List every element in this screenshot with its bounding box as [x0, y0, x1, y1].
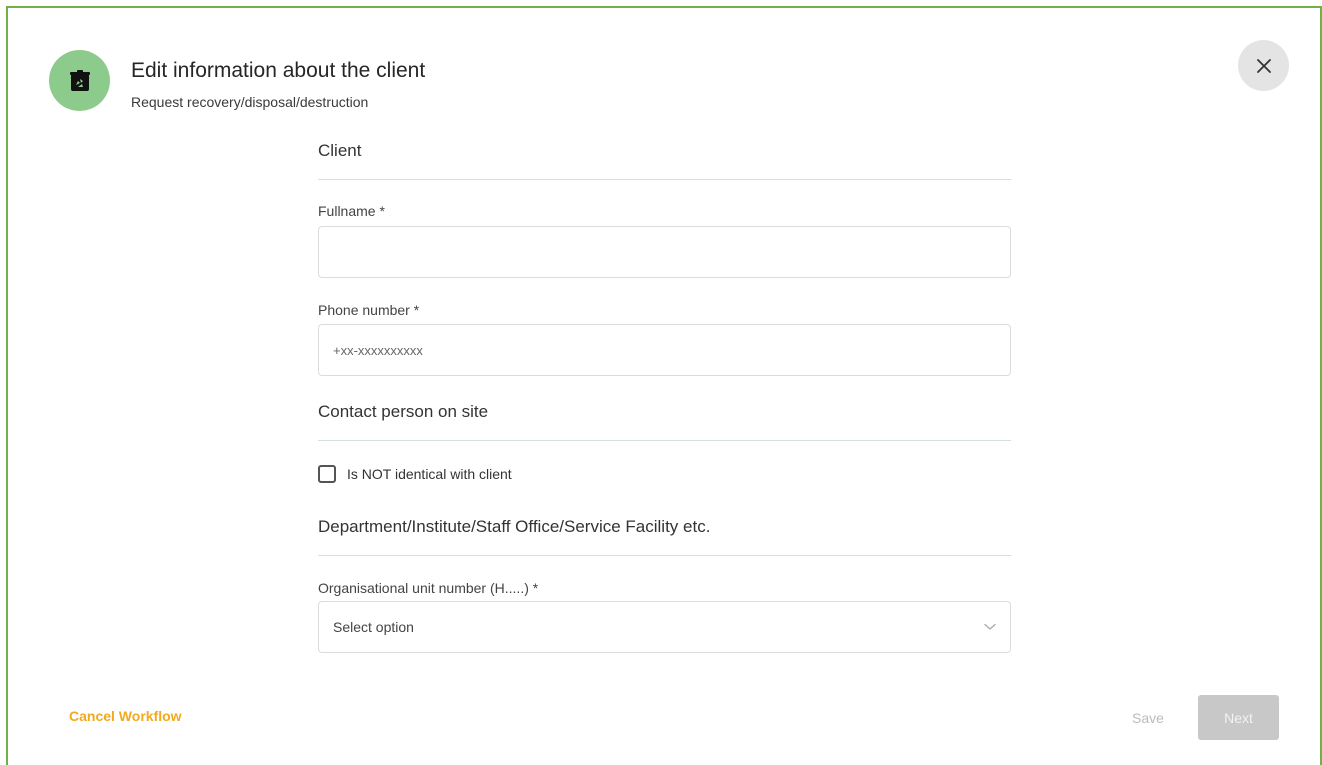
dialog-title: Edit information about the client: [131, 59, 426, 82]
org-unit-select[interactable]: Select option: [318, 601, 1011, 653]
section-title-contact: Contact person on site: [318, 402, 489, 421]
section-divider: [318, 555, 1011, 556]
cancel-workflow-button[interactable]: Cancel Workflow: [69, 708, 182, 724]
section-title-client: Client: [318, 141, 362, 160]
section-title-department: Department/Institute/Staff Office/Servic…: [318, 517, 711, 536]
next-button[interactable]: Next: [1198, 695, 1279, 740]
save-button[interactable]: Save: [1116, 695, 1180, 740]
chevron-down-icon: [984, 623, 996, 630]
not-identical-checkbox-label: Is NOT identical with client: [347, 466, 512, 482]
fullname-input[interactable]: [318, 226, 1011, 278]
close-button[interactable]: [1238, 40, 1289, 91]
dialog-subtitle: Request recovery/disposal/destruction: [131, 94, 369, 110]
section-divider: [318, 179, 1011, 180]
fullname-label: Fullname *: [318, 203, 385, 219]
close-icon: [1256, 58, 1271, 73]
phone-input[interactable]: [318, 324, 1011, 376]
section-divider: [318, 440, 1011, 441]
not-identical-checkbox[interactable]: [318, 465, 336, 483]
phone-label: Phone number *: [318, 302, 420, 318]
org-unit-label: Organisational unit number (H.....) *: [318, 580, 539, 596]
recycle-bin-icon: [49, 50, 110, 111]
not-identical-checkbox-row[interactable]: Is NOT identical with client: [318, 465, 512, 483]
org-unit-select-value: Select option: [333, 619, 414, 635]
